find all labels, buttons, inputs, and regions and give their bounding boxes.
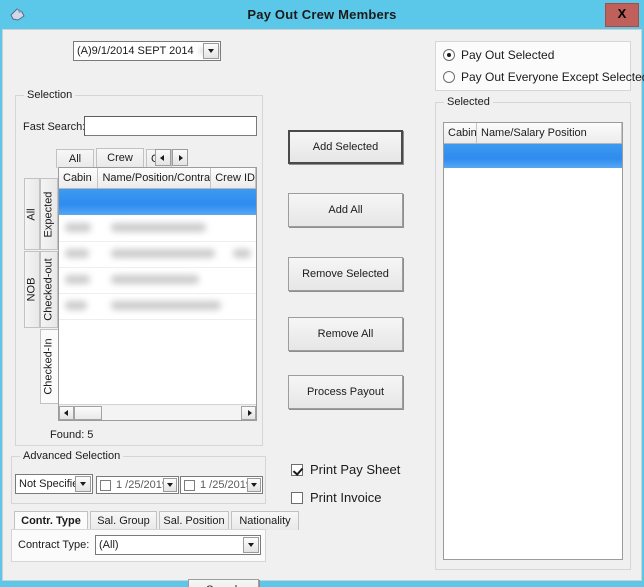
date-to-picker[interactable]: 1 /25/2019 [180,476,263,494]
vtab-nob[interactable]: NOB [24,251,40,328]
client-area: (A)9/1/2014 SEPT 2014 xxxxx Selection Fa… [2,29,644,587]
tab-sal-group[interactable]: Sal. Group [90,511,157,530]
chevron-down-icon[interactable] [163,478,177,492]
remove-selected-button[interactable]: Remove Selected [288,257,403,291]
checkbox-checked-icon[interactable] [291,463,303,476]
tab-scroll-prev-icon[interactable] [155,149,171,166]
crew-grid-hscrollbar[interactable] [59,404,256,420]
chevron-down-icon[interactable] [203,43,219,59]
fast-search-label: Fast Search: [23,121,86,133]
date-to-checkbox[interactable] [184,480,195,491]
fast-search-input[interactable] [84,116,257,136]
table-row[interactable] [59,268,256,294]
tab-scroll-next-icon[interactable] [172,149,188,166]
chevron-down-icon[interactable] [243,537,259,553]
print-pay-sheet-label: Print Pay Sheet [310,462,401,477]
crew-grid-col-name[interactable]: Name/Position/Contract [98,168,212,188]
table-row[interactable] [444,144,622,169]
selected-grid-header: Cabin Name/Salary Position [444,123,622,144]
table-row[interactable] [59,294,256,320]
voyage-select-value: (A)9/1/2014 SEPT 2014 [77,45,194,57]
radio-unselected-icon[interactable] [443,71,455,83]
vtab-all[interactable]: All [24,178,40,250]
radio-pay-out-everyone-except-label: Pay Out Everyone Except Selected [461,70,644,84]
close-button[interactable]: X [605,3,639,27]
radio-pay-out-everyone-except[interactable]: Pay Out Everyone Except Selected [443,70,644,84]
contract-type-value: (All) [99,539,119,551]
crew-grid-header: Cabin Name/Position/Contract Crew ID [59,168,256,189]
crew-grid-col-crewid[interactable]: Crew ID [211,168,256,188]
vtab-checked-out-label: Checked-out [42,258,55,321]
table-row[interactable] [59,242,256,268]
date-from-value: 1 /25/2019 [116,479,168,491]
selected-grid-col-cabin[interactable]: Cabin [444,123,477,143]
checkbox-unchecked-icon[interactable] [291,491,303,504]
chevron-down-icon[interactable] [75,476,91,492]
found-count-label: Found: 5 [50,429,94,441]
radio-selected-icon[interactable] [443,49,455,61]
date-from-checkbox[interactable] [100,480,111,491]
chevron-down-icon[interactable] [247,478,261,492]
vtab-expected-label: Expected [42,191,55,237]
search-button[interactable]: Search [188,579,259,587]
tab-all-top[interactable]: All [56,149,94,168]
process-payout-button[interactable]: Process Payout [288,375,403,409]
scroll-right-icon[interactable] [241,405,256,420]
remove-all-button[interactable]: Remove All [288,317,403,351]
selected-grid[interactable]: Cabin Name/Salary Position [443,122,623,560]
selected-group-legend: Selected [444,96,493,108]
tab-contr-type[interactable]: Contr. Type [14,511,88,530]
radio-pay-out-selected-label: Pay Out Selected [461,48,555,62]
crew-grid[interactable]: Cabin Name/Position/Contract Crew ID [58,167,257,421]
contract-type-label: Contract Type: [18,539,90,551]
vtab-checked-in[interactable]: Checked-In [40,329,59,404]
tab-sal-position[interactable]: Sal. Position [159,511,229,530]
vtab-expected[interactable]: Expected [40,178,58,250]
tab-crew[interactable]: Crew [96,148,144,167]
radio-pay-out-selected[interactable]: Pay Out Selected [443,48,554,62]
voyage-select[interactable]: (A)9/1/2014 SEPT 2014 xxxxx [73,41,221,61]
scroll-track[interactable] [102,405,241,420]
vtab-checked-out[interactable]: Checked-out [40,251,58,328]
table-row[interactable] [59,216,256,242]
add-selected-button[interactable]: Add Selected [288,130,403,164]
table-row[interactable] [59,189,256,216]
add-all-button[interactable]: Add All [288,193,403,227]
title-bar: Pay Out Crew Members X [0,0,644,29]
print-invoice-checkbox[interactable]: Print Invoice [291,490,382,505]
tab-nationality[interactable]: Nationality [231,511,299,530]
selected-grid-col-name[interactable]: Name/Salary Position [477,123,622,143]
vtab-checked-in-label: Checked-In [43,338,56,395]
status-select[interactable]: Not Specified [15,474,93,494]
print-pay-sheet-checkbox[interactable]: Print Pay Sheet [291,462,400,477]
scroll-thumb[interactable] [74,405,102,420]
crew-grid-col-cabin[interactable]: Cabin [59,168,99,188]
pay-out-crew-members-window: Pay Out Crew Members X (A)9/1/2014 SEPT … [0,0,644,587]
contract-type-select[interactable]: (All) [95,535,261,555]
scroll-left-icon[interactable] [59,405,74,420]
selection-group-legend: Selection [24,89,76,101]
window-title: Pay Out Crew Members [247,7,397,22]
vtab-nob-label: NOB [25,277,38,302]
print-invoice-label: Print Invoice [310,490,382,505]
date-to-value: 1 /25/2019 [200,479,252,491]
advanced-selection-legend: Advanced Selection [20,450,124,462]
vtab-all-label: All [25,207,38,221]
date-from-picker[interactable]: 1 /25/2019 [96,476,179,494]
